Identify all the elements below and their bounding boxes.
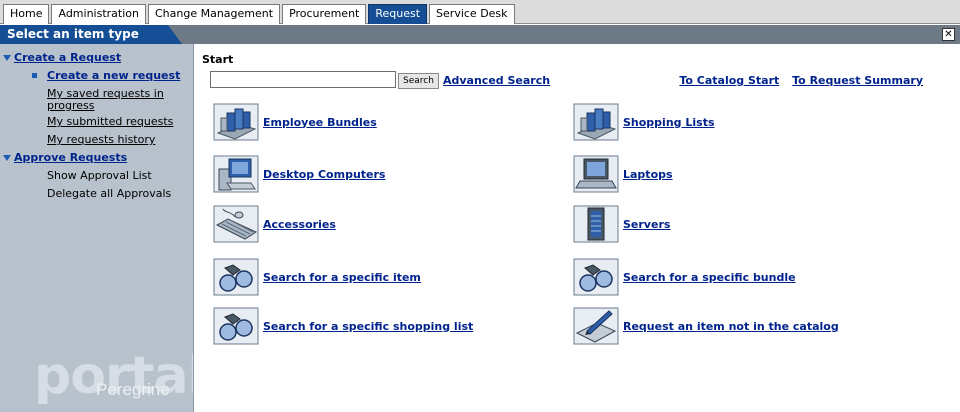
close-icon[interactable]: ✕ [942, 28, 955, 41]
collapse-triangle-icon[interactable] [3, 155, 11, 161]
sidebar-nav: Create a Request Create a new request My… [0, 51, 193, 206]
advanced-search-link[interactable]: Advanced Search [443, 74, 550, 87]
main-content: Start Search Advanced Search To Catalog … [195, 44, 960, 412]
catalog-item-search-specific-shopping-list[interactable]: Search for a specific shopping list [213, 307, 473, 345]
collapse-triangle-icon[interactable] [3, 55, 11, 61]
catalog-item-shopping-lists[interactable]: Shopping Lists [573, 103, 715, 141]
server-icon[interactable] [573, 205, 619, 243]
sidebar-item-label[interactable]: Create a new request [47, 69, 180, 82]
catalog-item-label[interactable]: Search for a specific bundle [623, 271, 796, 284]
tab-change-management[interactable]: Change Management [147, 4, 281, 24]
page-title: Select an item type [0, 25, 182, 44]
catalog-item-label[interactable]: Shopping Lists [623, 116, 715, 129]
sidebar-item-show-approval-list[interactable]: Show Approval List [0, 169, 193, 184]
sidebar-item-label[interactable]: My saved requests in progress [47, 87, 164, 112]
tab-home[interactable]: Home [3, 4, 50, 24]
employee-bundles-icon[interactable] [213, 103, 259, 141]
to-catalog-start-link[interactable]: To Catalog Start [679, 74, 779, 87]
sidebar-item-create-request[interactable]: Create a Request [0, 51, 193, 66]
catalog-item-label[interactable]: Desktop Computers [263, 168, 385, 181]
catalog-item-desktop-computers[interactable]: Desktop Computers [213, 155, 385, 193]
catalog-item-search-specific-bundle[interactable]: Search for a specific bundle [573, 258, 796, 296]
catalog-item-laptops[interactable]: Laptops [573, 155, 673, 193]
catalog-item-search-specific-item[interactable]: Search for a specific item [213, 258, 421, 296]
top-tab-bar: Home Administration Change Management Pr… [0, 0, 960, 24]
laptop-icon[interactable] [573, 155, 619, 193]
sidebar-item-label[interactable]: Show Approval List [47, 169, 152, 182]
to-request-summary-link[interactable]: To Request Summary [792, 74, 923, 87]
catalog-item-servers[interactable]: Servers [573, 205, 670, 243]
binoculars-icon[interactable] [213, 258, 259, 296]
sidebar-item-submitted-requests[interactable]: My submitted requests [0, 115, 193, 130]
catalog-item-label[interactable]: Search for a specific item [263, 271, 421, 284]
catalog-item-request-not-in-catalog[interactable]: Request an item not in the catalog [573, 307, 839, 345]
catalog-item-label[interactable]: Employee Bundles [263, 116, 377, 129]
top-right-links: To Catalog Start To Request Summary [670, 74, 923, 87]
sidebar: Create a Request Create a new request My… [0, 44, 194, 412]
pen-paper-icon[interactable] [573, 307, 619, 345]
tab-service-desk[interactable]: Service Desk [429, 4, 515, 24]
desktop-computer-icon[interactable] [213, 155, 259, 193]
catalog-item-employee-bundles[interactable]: Employee Bundles [213, 103, 377, 141]
sidebar-item-label[interactable]: Delegate all Approvals [47, 187, 171, 200]
search-input[interactable] [210, 71, 396, 88]
catalog-item-accessories[interactable]: Accessories [213, 205, 336, 243]
sidebar-item-label[interactable]: My submitted requests [47, 115, 173, 128]
catalog-item-label[interactable]: Search for a specific shopping list [263, 320, 473, 333]
catalog-item-label[interactable]: Accessories [263, 218, 336, 231]
tab-administration[interactable]: Administration [51, 4, 146, 24]
tab-list: Home Administration Change Management Pr… [3, 4, 517, 24]
sidebar-item-label[interactable]: My requests history [47, 133, 155, 146]
bullet-icon [32, 73, 37, 78]
search-button[interactable]: Search [398, 73, 439, 89]
catalog-item-label[interactable]: Laptops [623, 168, 673, 181]
binoculars-icon[interactable] [573, 258, 619, 296]
tab-request[interactable]: Request [368, 4, 428, 24]
sidebar-item-label[interactable]: Approve Requests [14, 151, 127, 164]
sidebar-item-label[interactable]: Create a Request [14, 51, 121, 64]
catalog-item-label[interactable]: Request an item not in the catalog [623, 320, 839, 333]
binoculars-icon[interactable] [213, 307, 259, 345]
header-band: Select an item type ✕ [0, 25, 960, 44]
sidebar-item-delegate-approvals[interactable]: Delegate all Approvals [0, 187, 193, 202]
keyboard-mouse-icon[interactable] [213, 205, 259, 243]
sidebar-item-requests-history[interactable]: My requests history [0, 133, 193, 148]
shopping-lists-icon[interactable] [573, 103, 619, 141]
sidebar-item-saved-requests[interactable]: My saved requests in progress [0, 87, 193, 112]
section-title: Start [202, 53, 234, 66]
peregrine-watermark-logo: Peregrine [96, 380, 170, 399]
catalog-item-label[interactable]: Servers [623, 218, 670, 231]
sidebar-item-approve-requests[interactable]: Approve Requests [0, 151, 193, 166]
sidebar-item-create-new-request[interactable]: Create a new request [0, 69, 193, 84]
tab-procurement[interactable]: Procurement [282, 4, 367, 24]
